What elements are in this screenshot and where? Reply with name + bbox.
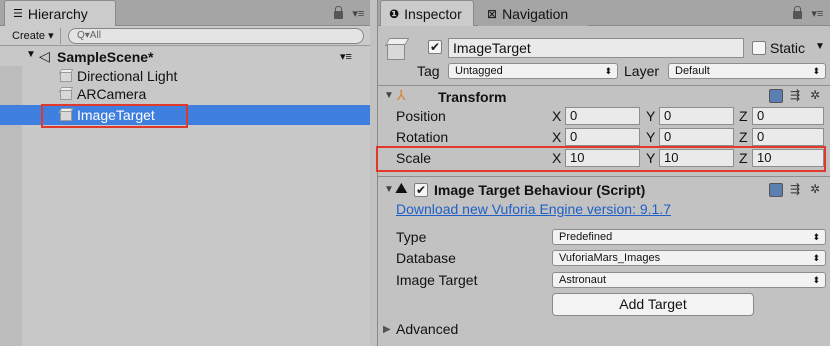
static-label: Static <box>770 40 806 56</box>
type-label: Type <box>396 229 427 245</box>
dropdown-arrow-icon: ⬍ <box>812 275 820 285</box>
hierarchy-item-label: ARCamera <box>77 86 147 102</box>
transform-foldout-arrow-icon[interactable]: ▼ <box>384 90 394 101</box>
highlight-box-scale <box>376 146 826 172</box>
inspector-panel: ❶ Inspector ⊠ Navigation ▾≡ ✔ ImageTarge… <box>376 0 830 346</box>
dropdown-arrow-icon: ⬍ <box>812 253 820 263</box>
image-target-dropdown[interactable]: Astronaut ⬍ <box>552 272 826 288</box>
help-book-icon[interactable] <box>769 183 783 197</box>
tab-inspector[interactable]: ❶ Inspector <box>380 0 474 26</box>
presets-icon[interactable]: ⇶ <box>790 88 800 102</box>
object-name-field[interactable]: ImageTarget <box>448 38 744 58</box>
position-x-axis-label[interactable]: X <box>552 108 561 124</box>
tag-value: Untagged <box>455 65 503 77</box>
position-x-field[interactable]: 0 <box>565 107 640 125</box>
tag-label: Tag <box>417 63 440 79</box>
image-target-value: Astronaut <box>559 274 607 286</box>
scene-name: SampleScene* <box>57 49 154 65</box>
hierarchy-item-label: Directional Light <box>77 68 178 84</box>
tag-dropdown[interactable]: Untagged ⬍ <box>448 63 618 79</box>
tab-navigation[interactable]: ⊠ Navigation <box>478 0 588 26</box>
hierarchy-item-arcamera[interactable]: ARCamera <box>0 85 370 103</box>
tab-inspector-label: Inspector <box>404 5 462 22</box>
position-z-axis-label[interactable]: Z <box>739 108 748 124</box>
tab-hierarchy-label: Hierarchy <box>27 5 88 22</box>
position-z-field[interactable]: 0 <box>752 107 824 125</box>
navigation-icon: ⊠ <box>487 6 498 21</box>
tab-navigation-label: Navigation <box>502 5 569 22</box>
help-book-icon[interactable] <box>769 89 783 103</box>
hierarchy-panel: ☰ Hierarchy ▾≡ Create ▾ Q▾All ▼ ◁ Sample… <box>0 0 370 346</box>
transform-axes-icon: ⅄ <box>397 87 406 103</box>
type-dropdown[interactable]: Predefined ⬍ <box>552 229 826 245</box>
rotation-x-axis-label[interactable]: X <box>552 129 561 145</box>
info-icon: ❶ <box>389 6 400 21</box>
static-dropdown-arrow-icon[interactable]: ▼ <box>815 41 825 52</box>
hierarchy-item-directional-light[interactable]: Directional Light <box>0 67 370 85</box>
rotation-y-field[interactable]: 0 <box>659 128 734 146</box>
create-button[interactable]: Create ▾ <box>6 28 61 44</box>
tab-hierarchy[interactable]: ☰ Hierarchy <box>4 0 116 26</box>
static-checkbox[interactable] <box>752 41 766 55</box>
transform-title: Transform <box>438 89 507 105</box>
image-target-label: Image Target <box>396 272 478 288</box>
position-y-axis-label[interactable]: Y <box>646 108 655 124</box>
rotation-label: Rotation <box>396 129 449 145</box>
rotation-z-field[interactable]: 0 <box>752 128 824 146</box>
gameobject-cube-icon <box>58 69 74 83</box>
script-title: Image Target Behaviour (Script) <box>434 182 646 198</box>
active-checkbox[interactable]: ✔ <box>428 40 442 54</box>
database-value: VuforiaMars_Images <box>559 252 661 264</box>
rotation-z-axis-label[interactable]: Z <box>739 129 748 145</box>
rotation-y-axis-label[interactable]: Y <box>646 129 655 145</box>
settings-gear-icon[interactable]: ✲ <box>810 88 820 102</box>
script-enabled-checkbox[interactable]: ✔ <box>414 183 428 197</box>
position-label: Position <box>396 108 446 124</box>
panel-menu-icon[interactable]: ▾≡ <box>352 7 364 20</box>
image-target-script-icon: ⛰ <box>395 180 408 197</box>
inspector-panel-controls[interactable]: ▾≡ <box>793 6 823 20</box>
layer-label: Layer <box>624 63 660 79</box>
gameobject-cube-icon <box>58 87 74 101</box>
layer-value: Default <box>675 65 710 77</box>
download-vuforia-link[interactable]: Download new Vuforia Engine version: 9.1… <box>396 201 671 217</box>
lock-icon[interactable] <box>793 6 802 19</box>
dropdown-arrow-icon: ⬍ <box>604 66 612 76</box>
rotation-x-field[interactable]: 0 <box>565 128 640 146</box>
highlight-box-imagetarget <box>41 104 188 128</box>
lock-icon[interactable] <box>334 6 343 19</box>
advanced-foldout-arrow-icon[interactable]: ▶ <box>383 324 391 335</box>
scene-menu-icon[interactable]: ▾≡ <box>340 50 352 63</box>
layer-dropdown[interactable]: Default ⬍ <box>668 63 826 79</box>
position-y-field[interactable]: 0 <box>659 107 734 125</box>
gameobject-large-icon <box>384 36 410 62</box>
database-dropdown[interactable]: VuforiaMars_Images ⬍ <box>552 250 826 266</box>
unity-scene-icon: ◁ <box>39 48 50 64</box>
database-label: Database <box>396 250 456 266</box>
list-icon: ☰ <box>13 8 23 20</box>
add-target-button[interactable]: Add Target <box>552 293 754 316</box>
presets-icon[interactable]: ⇶ <box>790 182 800 196</box>
expand-arrow-icon[interactable]: ▼ <box>26 49 36 60</box>
panel-menu-icon[interactable]: ▾≡ <box>811 7 823 20</box>
hierarchy-panel-controls[interactable]: ▾≡ <box>334 6 364 20</box>
scene-row[interactable]: ▼ ◁ SampleScene* ▾≡ <box>0 48 370 66</box>
script-foldout-arrow-icon[interactable]: ▼ <box>384 184 394 195</box>
advanced-label[interactable]: Advanced <box>396 321 458 337</box>
dropdown-arrow-icon: ⬍ <box>812 66 820 76</box>
divider <box>378 176 830 177</box>
settings-gear-icon[interactable]: ✲ <box>810 182 820 196</box>
type-value: Predefined <box>559 231 613 243</box>
hierarchy-toolbar: Create ▾ Q▾All <box>0 26 370 46</box>
hierarchy-search-input[interactable]: Q▾All <box>68 28 364 44</box>
divider <box>378 85 830 86</box>
dropdown-arrow-icon: ⬍ <box>812 232 820 242</box>
